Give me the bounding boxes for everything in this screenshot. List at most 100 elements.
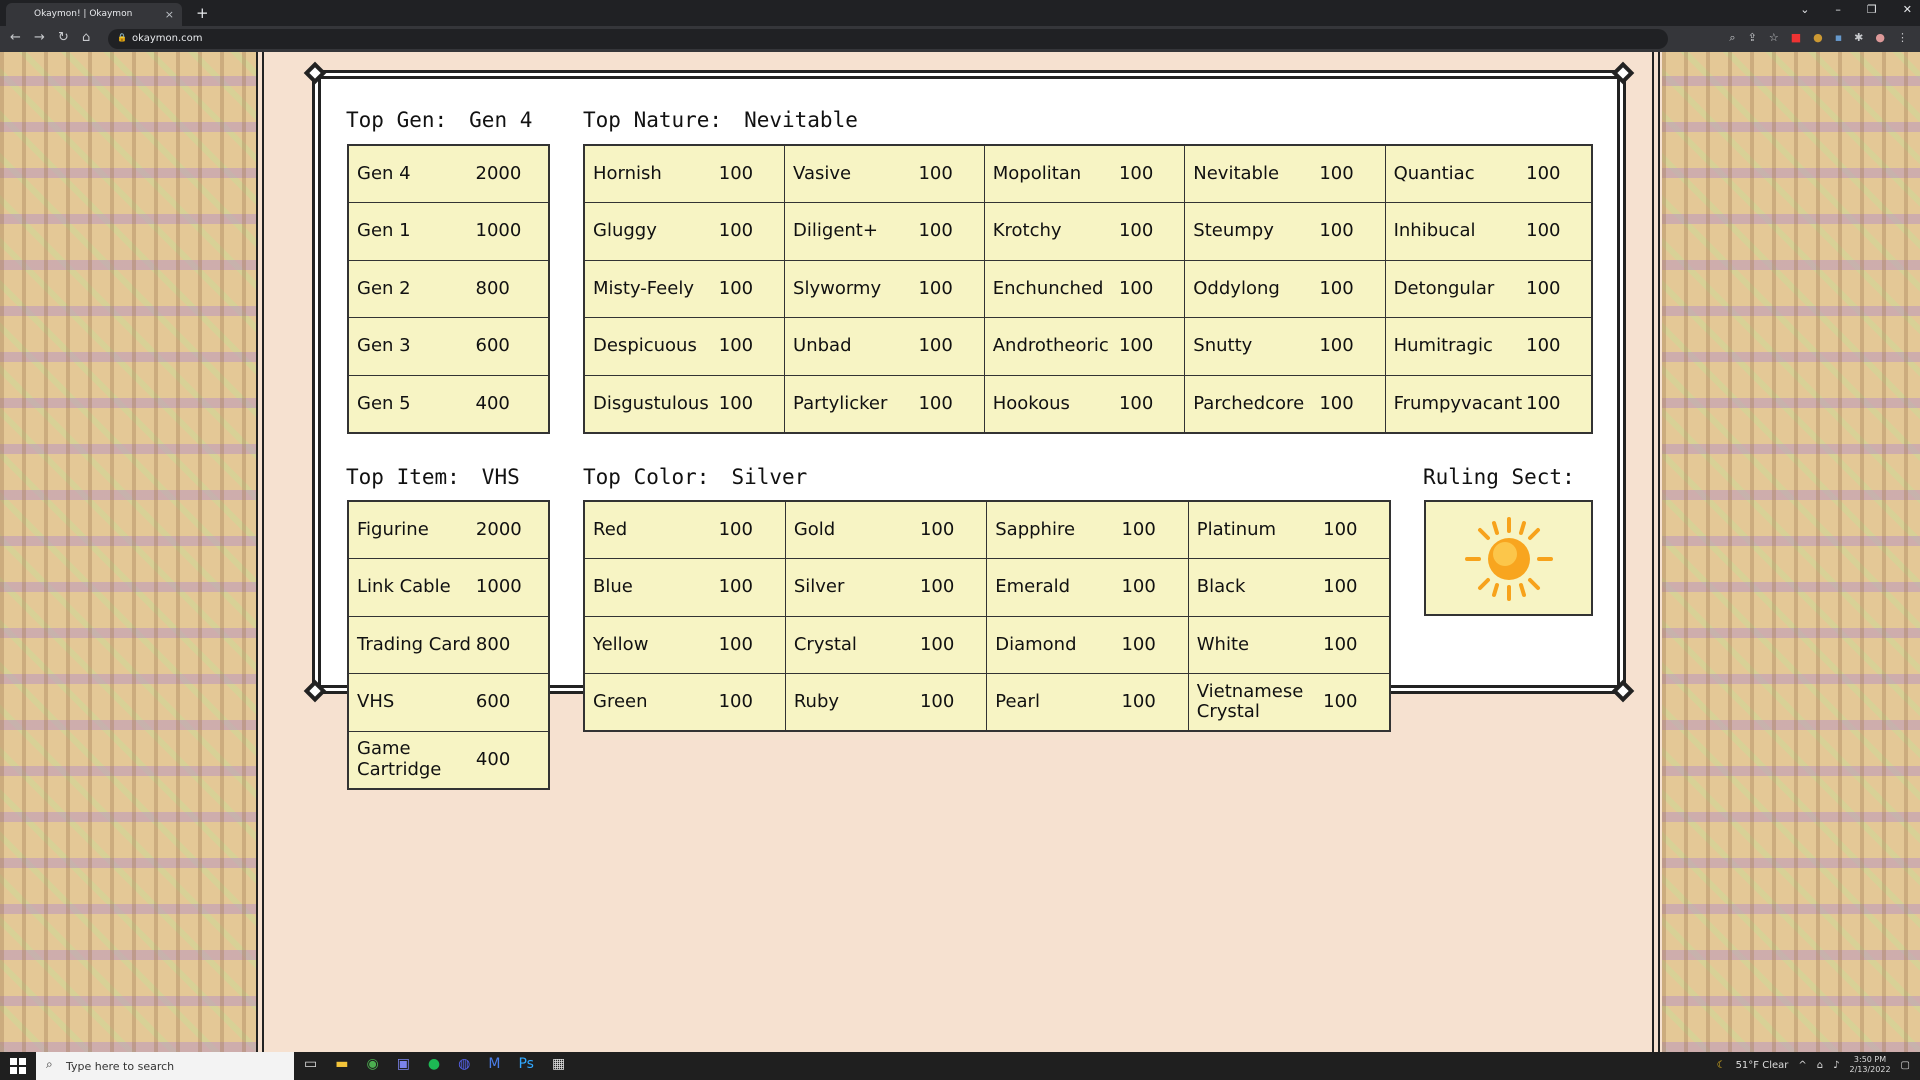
teams-icon[interactable]: ▣ [397, 1056, 410, 1072]
home-icon[interactable]: ⌂ [82, 30, 90, 45]
minimize-icon[interactable]: – [1835, 3, 1841, 16]
windows-start-icon[interactable] [10, 1058, 26, 1074]
table-row: Gen 1 1000 [347, 202, 550, 261]
nature-name: Disgustulous [583, 374, 715, 434]
weather-icon[interactable]: ☾ [1717, 1060, 1726, 1071]
forward-icon[interactable]: → [34, 30, 45, 45]
tab-search-icon[interactable]: ⌄ [1800, 3, 1809, 16]
frame-corner [1611, 61, 1635, 85]
color-name: Pearl [986, 673, 1118, 732]
nature-name: Steumpy [1184, 202, 1316, 261]
profile-avatar[interactable]: ● [1875, 31, 1885, 45]
clock[interactable]: 3:50 PM 2/13/2022 [1850, 1055, 1891, 1075]
photoshop-icon[interactable]: Ps [518, 1056, 534, 1072]
color-name: Silver [784, 558, 916, 617]
discord-icon[interactable]: ◍ [458, 1056, 470, 1072]
extension-icon[interactable]: ● [1813, 31, 1823, 45]
network-icon[interactable]: ⌂ [1817, 1060, 1823, 1071]
item-count: 600 [471, 673, 550, 732]
puzzle-icon[interactable]: ✱ [1854, 31, 1863, 45]
nature-count: 100 [1522, 202, 1593, 261]
item-count: 1000 [471, 558, 550, 617]
color-count: 100 [714, 558, 786, 617]
table-row: Gen 2 800 [347, 259, 550, 319]
browser-tab[interactable]: Okaymon! | Okaymon × [6, 3, 182, 26]
windows-taskbar: ⌕ Type here to search ▭ ▬ ◉ ▣ ● ◍ M Ps ▦… [0, 1052, 1920, 1080]
volume-icon[interactable]: ♪ [1833, 1060, 1839, 1071]
url-text: okaymon.com [132, 33, 203, 44]
tab-close-icon[interactable]: × [165, 8, 174, 21]
nature-name: Hornish [583, 144, 715, 204]
heading-label: Top Color: [583, 465, 710, 489]
border-line-left [256, 52, 264, 1052]
spotify-icon[interactable]: ● [428, 1056, 440, 1072]
extension-icon[interactable]: ■ [1791, 31, 1801, 45]
gen-name: Gen 1 [347, 202, 472, 261]
window-controls: ⌄ – ❐ ✕ [1800, 3, 1912, 16]
nature-name: Slywormy [784, 259, 915, 319]
new-tab-button[interactable]: + [196, 4, 209, 22]
table-row: VHS 600 [347, 673, 550, 732]
table-row: Misty-Feely 100 Slywormy 100 Enchunched 100… [583, 259, 1593, 319]
nature-name: Detongular [1384, 259, 1523, 319]
ruling-sect-heading: Ruling Sect: [1423, 465, 1575, 489]
task-view-icon[interactable]: ▭ [304, 1056, 317, 1072]
heading-value: VHS [481, 465, 520, 489]
color-name: Sapphire [986, 500, 1118, 560]
nature-name: Gluggy [583, 202, 715, 261]
color-count: 100 [915, 500, 988, 560]
back-icon[interactable]: ← [10, 30, 21, 45]
color-name: Platinum [1187, 500, 1320, 560]
table-row: Hornish 100 Vasive 100 Mopolitan 100 Nevita… [583, 144, 1593, 204]
table-row: Trading Card 800 [347, 615, 550, 675]
zoom-icon[interactable]: ⌕ [1729, 31, 1735, 45]
gen-count: 400 [471, 374, 550, 434]
table-row: Gen 4 2000 [347, 144, 550, 204]
table-row: Figurine 2000 [347, 500, 550, 560]
color-name: Yellow [583, 615, 715, 675]
frame-corner [1611, 679, 1635, 703]
color-table: Red 100 Gold 100 Sapphire 100 Platinum 100 B… [583, 500, 1391, 733]
taskbar-apps: ▭ ▬ ◉ ▣ ● ◍ M Ps ▦ [304, 1056, 565, 1072]
address-bar[interactable]: 🔒 okaymon.com [108, 29, 1668, 49]
heading-value: Silver [731, 465, 808, 489]
color-name: Vietnamese Crystal [1187, 673, 1320, 732]
border-line-right [1652, 52, 1660, 1052]
bookmark-star-icon[interactable]: ☆ [1769, 31, 1779, 45]
file-explorer-icon[interactable]: ▬ [335, 1056, 348, 1072]
system-tray: ☾ 51°F Clear ^ ⌂ ♪ 3:50 PM 2/13/2022 ▢ [1717, 1055, 1910, 1075]
color-count: 100 [1117, 615, 1189, 675]
clock-date: 2/13/2022 [1849, 1065, 1891, 1074]
nature-count: 100 [914, 317, 985, 376]
lock-icon[interactable]: 🔒 [117, 33, 127, 42]
close-window-icon[interactable]: ✕ [1903, 3, 1912, 16]
gen-table: Gen 4 2000 Gen 1 1000 Gen 2 800 Gen 3 600 Ge… [347, 144, 550, 434]
tray-chevron-icon[interactable]: ^ [1798, 1060, 1806, 1071]
item-table: Figurine 2000 Link Cable 1000 Trading Card… [347, 500, 550, 790]
notification-icon[interactable]: ▢ [1901, 1060, 1910, 1071]
ruling-sect-box [1424, 500, 1593, 616]
item-name: VHS [347, 673, 472, 732]
color-name: Ruby [784, 673, 916, 732]
menu-kebab-icon[interactable]: ⋮ [1897, 31, 1908, 45]
mail-icon[interactable]: M [488, 1056, 500, 1072]
clock-time: 3:50 PM [1853, 1055, 1887, 1064]
color-count: 100 [714, 500, 786, 560]
restore-icon[interactable]: ❐ [1867, 3, 1877, 16]
chrome-icon[interactable]: ◉ [366, 1056, 378, 1072]
extension-icon[interactable]: ▪ [1835, 31, 1842, 45]
page-viewport: Top Gen: Gen 4 Top Nature: Nevitable Top I… [0, 52, 1920, 1052]
calculator-icon[interactable]: ▦ [552, 1056, 565, 1072]
reload-icon[interactable]: ↻ [58, 30, 69, 45]
item-name: Figurine [347, 500, 472, 560]
weather-text[interactable]: 51°F Clear [1736, 1060, 1789, 1071]
table-row: Green 100 Ruby 100 Pearl 100 Vietnamese Cry… [583, 673, 1391, 732]
item-count: 400 [471, 730, 550, 790]
color-name: Crystal [784, 615, 916, 675]
color-count: 100 [1319, 558, 1391, 617]
color-count: 100 [1117, 673, 1189, 732]
nature-count: 100 [1522, 259, 1593, 319]
share-icon[interactable]: ⇪ [1748, 31, 1757, 45]
taskbar-search[interactable]: ⌕ Type here to search [36, 1052, 294, 1080]
color-name: Emerald [986, 558, 1118, 617]
